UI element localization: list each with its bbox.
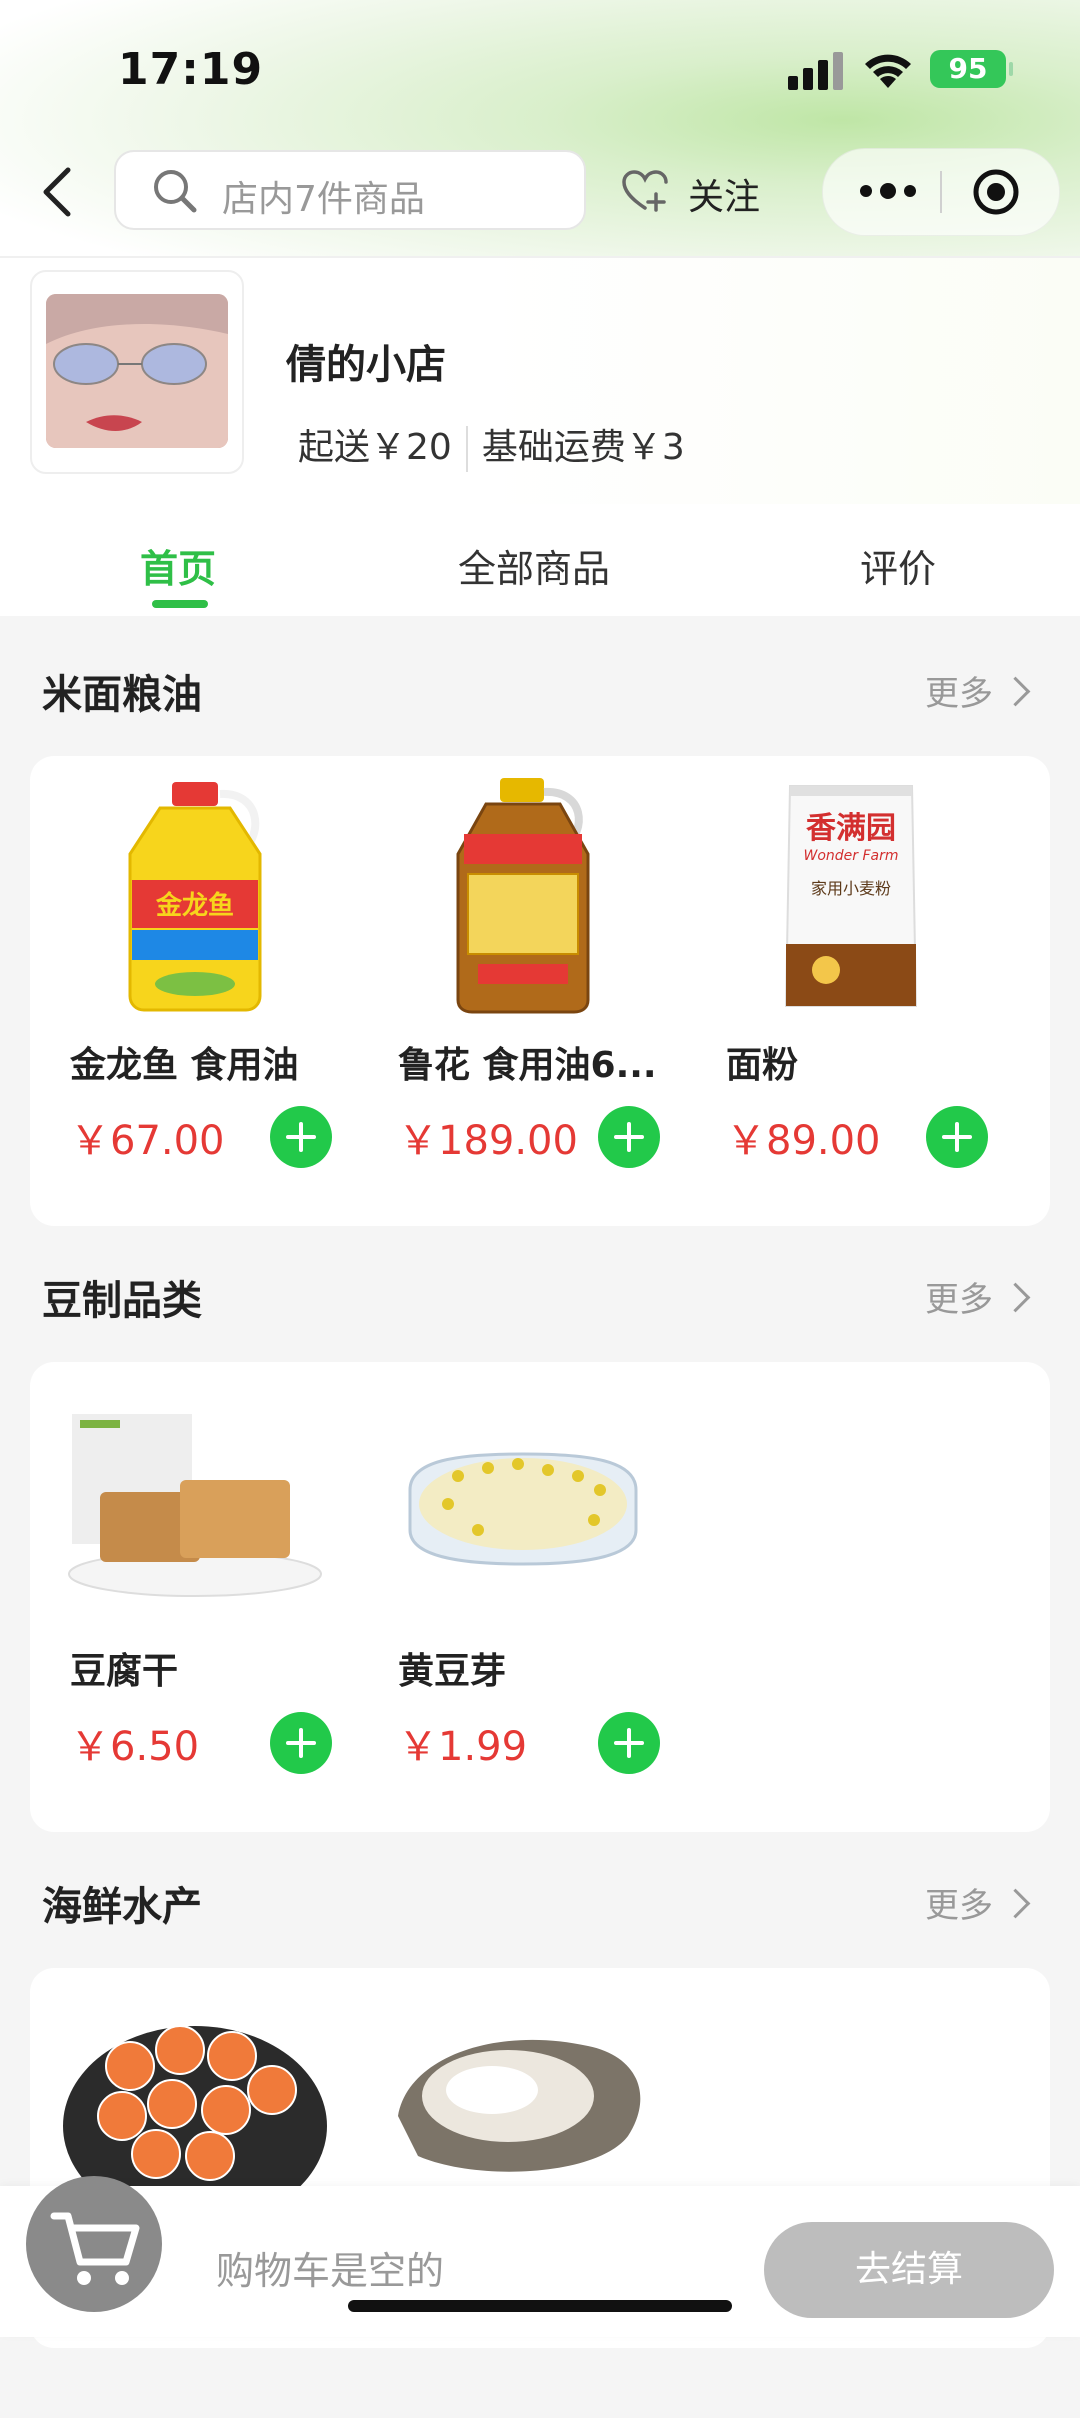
add-to-cart-button[interactable] [926, 1106, 988, 1168]
section-title: 米面粮油 [42, 672, 202, 718]
product-image-dried-tofu-plate [68, 1414, 322, 1597]
cart-empty-text: 购物车是空的 [216, 2249, 445, 2293]
capsule-divider [940, 171, 942, 213]
active-tab-indicator [152, 600, 208, 608]
back-arrow-icon[interactable] [34, 162, 84, 222]
product-item[interactable]: 鲁花 食用油6... ￥189.00 [358, 756, 660, 1206]
add-to-cart-button[interactable] [270, 1712, 332, 1774]
chevron-right-icon [1000, 676, 1031, 707]
shop-tabs: 首页 全部商品 评价 [0, 504, 1080, 616]
shop-avatar-frame [30, 270, 244, 474]
product-image-yellow-oil-bottle: 金龙鱼 [128, 782, 262, 1012]
tab-home[interactable]: 首页 [140, 538, 216, 593]
product-price: ￥1.99 [398, 1724, 528, 1770]
more-label: 更多 [925, 674, 993, 714]
section-title: 海鲜水产 [42, 1884, 202, 1930]
checkout-button[interactable]: 去结算 [764, 2222, 1054, 2318]
add-to-cart-button[interactable] [598, 1712, 660, 1774]
search-icon [154, 170, 197, 213]
shop-avatar[interactable] [46, 294, 228, 448]
product-image-flour-bag: 香满园 Wonder Farm 家用小麦粉 [784, 785, 918, 1007]
section-title: 豆制品类 [42, 1278, 202, 1324]
product-item[interactable]: 黄豆芽 ￥1.99 [358, 1362, 660, 1812]
section-more-link[interactable]: 更多 [925, 1878, 1031, 1927]
section-more-link[interactable]: 更多 [925, 666, 1031, 715]
flour-subtitle-text: 家用小麦粉 [811, 879, 891, 898]
product-name: 豆腐干 [70, 1651, 179, 1692]
product-name: 鲁花 食用油6... [398, 1045, 657, 1086]
heart-plus-icon [622, 170, 668, 212]
tab-all-products[interactable]: 全部商品 [458, 538, 610, 593]
base-delivery-fee: 基础运费￥3 [481, 427, 685, 468]
product-name: 金龙鱼 食用油 [70, 1045, 299, 1086]
follow-label: 关注 [688, 177, 761, 218]
search-input[interactable]: 店内7件商品 [114, 150, 586, 230]
miniprogram-capsule [822, 148, 1060, 236]
battery-icon: 95 [930, 50, 1013, 88]
chevron-right-icon [1000, 1282, 1031, 1313]
min-order: 起送￥20 [298, 427, 452, 468]
shop-name: 倩的小店 [286, 342, 446, 388]
product-card-group: 金龙鱼 金龙鱼 食用油 ￥67.00 鲁花 食用油6... ￥189.00 香满… [30, 756, 1050, 1226]
section-more-link[interactable]: 更多 [925, 1272, 1031, 1321]
home-indicator [348, 2300, 732, 2312]
product-price: ￥6.50 [70, 1724, 200, 1770]
shop-delivery-info: 起送￥20 基础运费￥3 [298, 418, 685, 472]
product-name: 黄豆芽 [398, 1651, 507, 1692]
product-price: ￥67.00 [70, 1118, 225, 1164]
meta-divider [465, 426, 468, 472]
product-item[interactable]: 香满园 Wonder Farm 家用小麦粉 面粉 ￥89.00 [686, 756, 988, 1206]
product-name: 面粉 [726, 1045, 799, 1086]
add-to-cart-button[interactable] [598, 1106, 660, 1168]
shop-header: 倩的小店 起送￥20 基础运费￥3 [0, 256, 1080, 506]
flour-brand-en-text: Wonder Farm [803, 848, 898, 864]
add-to-cart-button[interactable] [270, 1106, 332, 1168]
close-miniprogram-icon[interactable] [971, 167, 1021, 217]
tab-reviews[interactable]: 评价 [860, 538, 936, 593]
follow-button[interactable]: 关注 [616, 150, 776, 230]
product-image-bean-sprouts-plate [408, 1452, 638, 1566]
flour-brand-text: 香满园 [806, 811, 896, 846]
cart-button[interactable] [26, 2176, 162, 2312]
shopping-cart-icon [50, 2212, 140, 2285]
more-label: 更多 [925, 1886, 993, 1926]
product-card-group: 豆腐干 ￥6.50 黄豆芽 ￥1.99 [30, 1362, 1050, 1832]
chevron-right-icon [1000, 1888, 1031, 1919]
more-options-icon[interactable] [853, 171, 923, 211]
status-time: 17:19 [118, 44, 264, 95]
product-image-brown-oil-bottle [456, 778, 590, 1014]
more-label: 更多 [925, 1280, 993, 1320]
product-item[interactable]: 豆腐干 ￥6.50 [30, 1362, 332, 1812]
product-item[interactable]: 金龙鱼 金龙鱼 食用油 ￥67.00 [30, 756, 332, 1206]
wifi-icon [865, 54, 911, 88]
product-price: ￥189.00 [398, 1118, 578, 1164]
oil-brand-text: 金龙鱼 [155, 890, 234, 921]
cellular-signal-icon [788, 52, 846, 90]
search-placeholder: 店内7件商品 [222, 179, 425, 220]
status-bar: 17:19 95 [0, 0, 1080, 140]
product-price: ￥89.00 [726, 1118, 881, 1164]
